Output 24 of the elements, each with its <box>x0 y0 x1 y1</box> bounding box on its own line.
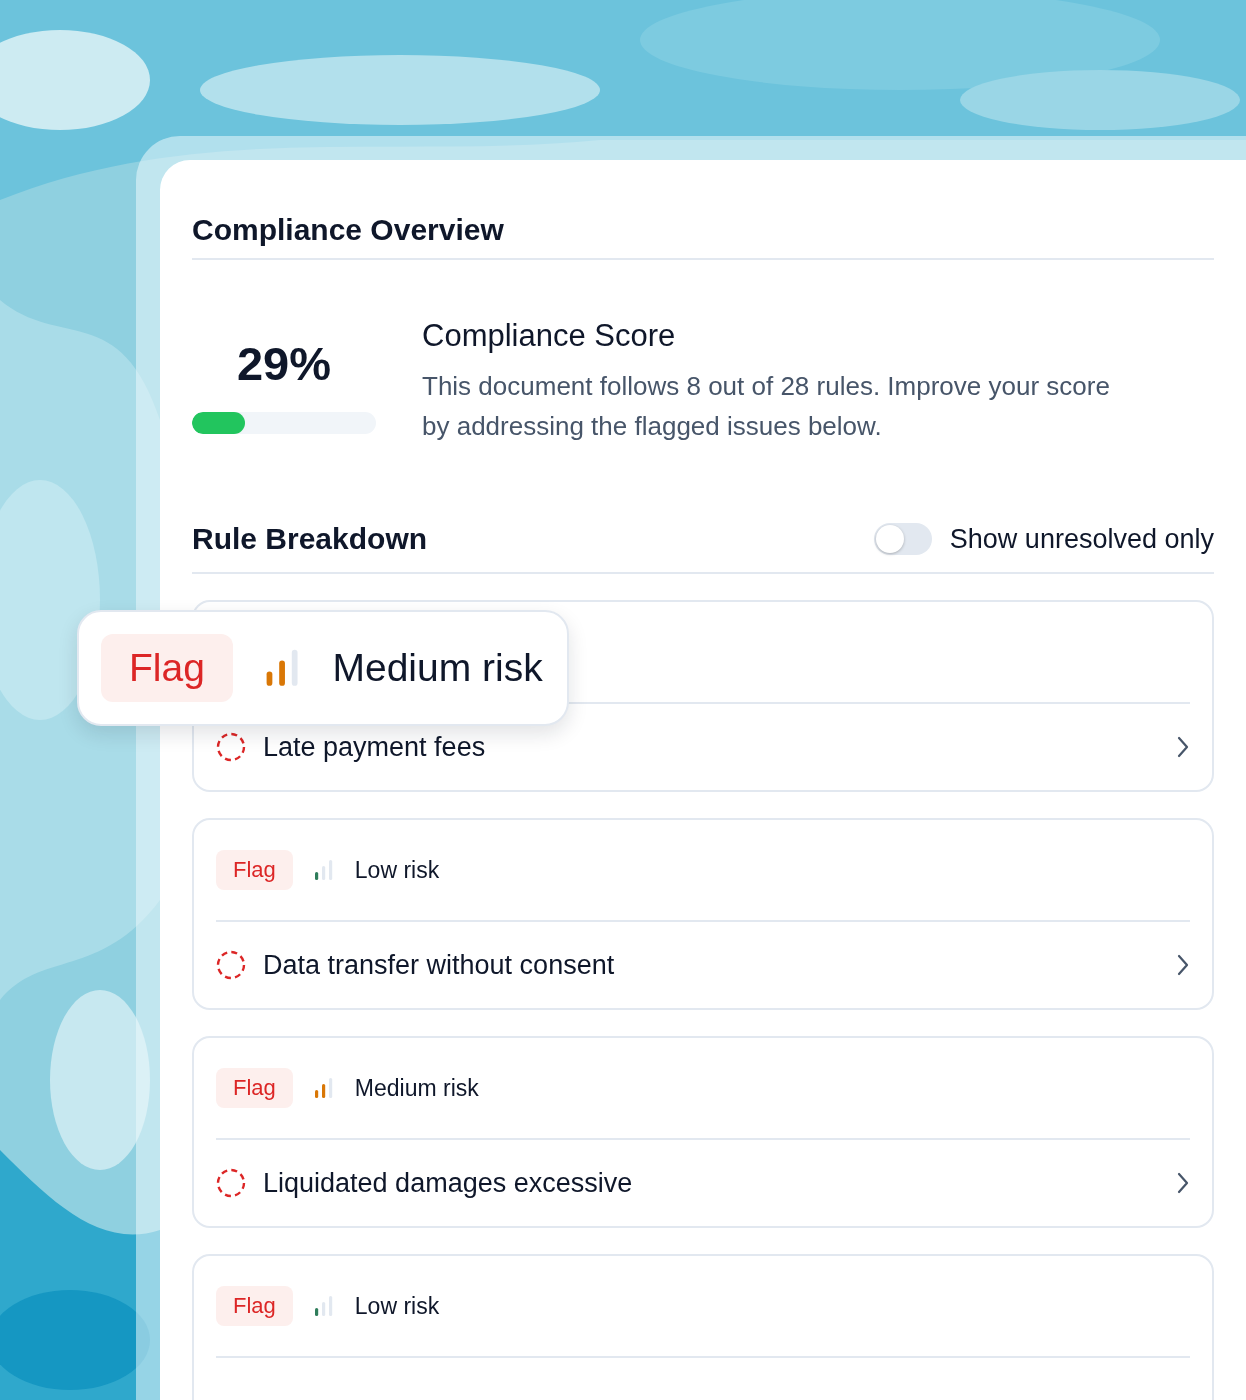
toggle-label: Show unresolved only <box>949 523 1214 555</box>
rule-row[interactable]: Data transfer without consent <box>216 922 1190 1008</box>
dashed-circle-icon <box>216 950 246 980</box>
dashed-circle-icon <box>216 1168 246 1198</box>
rule-row[interactable]: Late payment fees <box>216 704 1190 790</box>
rule-row[interactable]: Liquidated damages excessive <box>216 1140 1190 1226</box>
chevron-right-icon <box>1176 736 1190 758</box>
dashed-circle-icon <box>216 732 246 762</box>
flag-tag: Flag <box>216 850 293 890</box>
score-title: Compliance Score <box>422 317 677 355</box>
score-value: 29% <box>236 336 332 392</box>
flag-tag: Flag <box>216 1068 293 1108</box>
chevron-right-icon <box>1176 954 1190 976</box>
risk-label: Medium risk <box>332 646 543 690</box>
risk-label: Low risk <box>354 856 440 884</box>
toggle-switch[interactable] <box>873 523 932 555</box>
flag-tag: Flag <box>216 1286 293 1326</box>
score-description: This document follows 8 out of 28 rules. Improve your score by addressing the flagged issues below. <box>422 370 1111 443</box>
section-title: Rule Breakdown <box>192 522 428 556</box>
flag-tag: Flag <box>101 634 233 702</box>
page-title: Compliance Overview <box>192 212 505 248</box>
chevron-right-icon <box>1176 1172 1190 1194</box>
risk-label: Low risk <box>354 1292 440 1320</box>
risk-label: Medium risk <box>354 1074 479 1102</box>
